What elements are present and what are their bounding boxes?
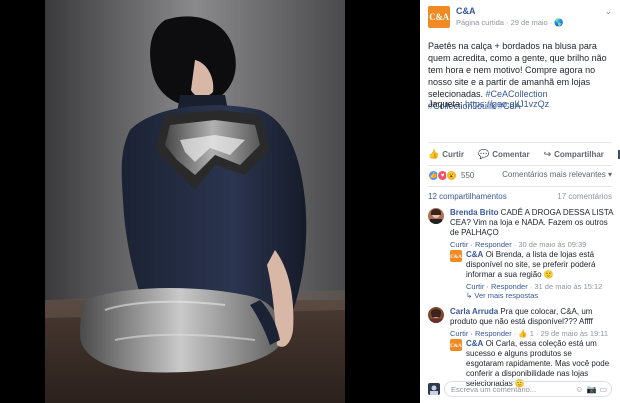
commenter-name[interactable]: Brenda Brito bbox=[450, 208, 498, 217]
divider bbox=[428, 142, 612, 143]
divider bbox=[428, 165, 612, 166]
brand-logo-icon: C&A bbox=[450, 344, 462, 349]
comment-label: Comentar bbox=[492, 149, 530, 159]
comment-date: · 30 de maio às 09:39 bbox=[511, 240, 587, 249]
speech-bubble-icon: 💬 bbox=[478, 148, 490, 159]
share-label: Compartilhar bbox=[554, 149, 604, 159]
view-more-replies-link[interactable]: ↳ Ver mais respostas bbox=[466, 291, 538, 300]
page-logo-text: C&A bbox=[429, 12, 449, 22]
link-label: Jaqueta: bbox=[428, 99, 466, 109]
reply-body: C&A Oi Brenda, a lista de lojas está dis… bbox=[466, 250, 610, 292]
avatar[interactable]: C&A bbox=[450, 339, 462, 351]
like-button[interactable]: 👍 Curtir bbox=[428, 149, 464, 160]
post-photo[interactable] bbox=[45, 0, 345, 403]
page-avatar[interactable]: C&A bbox=[428, 6, 450, 28]
avatar-photo bbox=[430, 209, 442, 224]
like-label: Curtir bbox=[442, 149, 464, 159]
replier-name[interactable]: C&A bbox=[466, 250, 483, 259]
avatar bbox=[428, 383, 440, 395]
divider bbox=[428, 186, 612, 187]
post-meta: Página curtida · 29 de maio · 🌎 bbox=[456, 18, 564, 27]
comment-body: Carla Arruda Pra que colocar, C&A, um pr… bbox=[450, 307, 615, 339]
avatar[interactable]: C&A bbox=[450, 250, 462, 262]
avatar-photo bbox=[430, 309, 442, 323]
comment-composer: Escreva um comentário... ☺ 📷 ▭ bbox=[428, 381, 612, 397]
comment-sort-dropdown[interactable]: Comentários mais relevantes ▾ bbox=[502, 170, 612, 179]
post-sidebar: C&A C&A Página curtida · 29 de maio · 🌎 … bbox=[420, 0, 620, 403]
reactions-summary[interactable]: 👍 ♥ 😮 550 bbox=[428, 170, 474, 181]
comment-actions[interactable]: Curtir · Responder bbox=[450, 329, 512, 338]
post-actions-bar: 👍 Curtir 💬 Comentar ↪ Compartilhar ▾ bbox=[428, 145, 620, 163]
post-options-chevron-icon[interactable]: ⌄ bbox=[604, 6, 612, 17]
post-link-line: Jaqueta: https://goo.gl/J1vzQz bbox=[428, 99, 549, 109]
shares-count-link[interactable]: 12 compartilhamentos bbox=[428, 192, 507, 201]
comment-input[interactable]: Escreva um comentário... ☺ 📷 ▭ bbox=[444, 381, 612, 397]
camera-icon[interactable]: 📷 bbox=[586, 385, 596, 394]
comment-meta: Curtir · Responder · 30 de maio às 09:39 bbox=[450, 240, 615, 250]
woman-in-jacket-image bbox=[45, 0, 345, 403]
user-avatar-icon bbox=[430, 385, 438, 395]
comment-button[interactable]: 💬 Comentar bbox=[478, 149, 530, 160]
reply-date: · 31 de maio às 15:12 bbox=[527, 282, 603, 291]
comment-date: · 👍 1 · 29 de maio às 19:11 bbox=[511, 329, 609, 338]
reaction-count: 550 bbox=[461, 171, 475, 180]
gif-icon[interactable]: ▭ bbox=[599, 385, 607, 394]
product-link[interactable]: https://goo.gl/J1vzQz bbox=[465, 99, 549, 109]
reply-text: Oi Brenda, a lista de lojas está disponí… bbox=[466, 250, 596, 279]
avatar[interactable] bbox=[428, 307, 444, 323]
comment-actions[interactable]: Curtir · Responder bbox=[450, 240, 512, 249]
wow-reaction-icon: 😮 bbox=[446, 170, 457, 181]
replier-name[interactable]: C&A bbox=[466, 339, 483, 348]
emoji-icon[interactable]: ☺ bbox=[575, 385, 583, 394]
share-arrow-icon: ↪ bbox=[543, 148, 552, 159]
avatar[interactable] bbox=[428, 208, 444, 224]
photo-viewer bbox=[0, 0, 420, 403]
comment-meta: Curtir · Responder · 👍 1 · 29 de maio às… bbox=[450, 329, 615, 339]
comment-body: Brenda Brito CADÊ A DROGA DESSA LISTA CE… bbox=[450, 208, 615, 250]
page-name-link[interactable]: C&A bbox=[456, 6, 476, 16]
brand-logo-icon: C&A bbox=[450, 255, 462, 260]
comments-count[interactable]: 17 comentários bbox=[557, 192, 612, 201]
composer-icons: ☺ 📷 ▭ bbox=[575, 385, 607, 394]
commenter-name[interactable]: Carla Arruda bbox=[450, 307, 498, 316]
thumbs-up-icon: 👍 bbox=[428, 148, 440, 159]
comment-placeholder: Escreva um comentário... bbox=[451, 384, 537, 394]
share-button[interactable]: ↪ Compartilhar bbox=[544, 149, 604, 160]
reply-actions[interactable]: Curtir · Responder bbox=[466, 282, 528, 291]
svg-text:C&A: C&A bbox=[450, 344, 462, 349]
svg-text:C&A: C&A bbox=[450, 255, 462, 260]
